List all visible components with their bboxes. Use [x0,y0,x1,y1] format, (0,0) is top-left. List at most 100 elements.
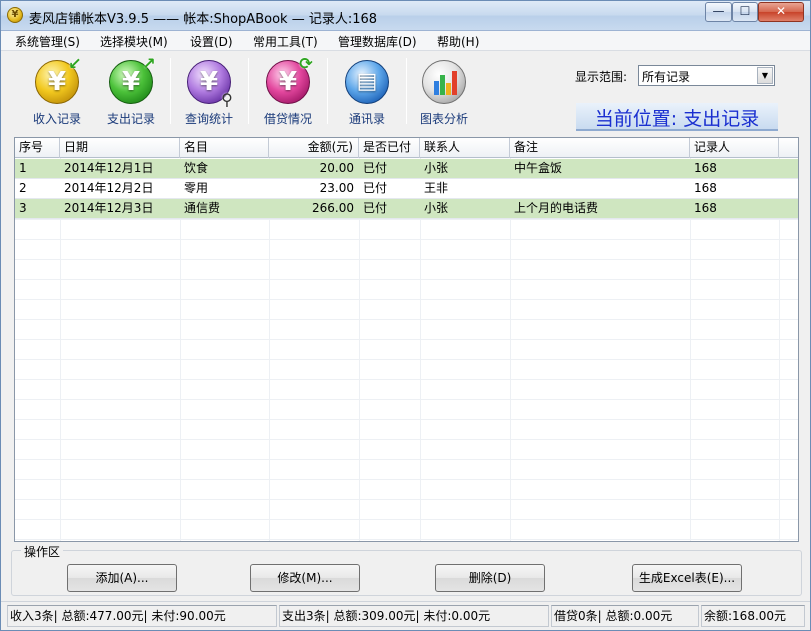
cell-contact: 王非 [424,181,449,195]
query-stats-button[interactable]: ¥ ⚲ 查询统计 [176,52,242,130]
status-bar: 收入3条| 总额:477.00元| 未付:90.00元 支出3条| 总额:309… [1,601,810,630]
cell-contact: 小张 [424,201,449,215]
grid-line [15,319,798,320]
query-stats-label: 查询统计 [184,112,233,126]
menu-settings[interactable]: 设置(D) [190,33,233,50]
cell-contact: 小张 [424,161,449,175]
chart-analysis-button[interactable]: 图表分析 [411,52,477,130]
cell-index: 3 [19,201,27,215]
operation-area: 操作区 添加(A)... 修改(M)... 删除(D) 生成Excel表(E).… [11,543,802,596]
column-header-contact[interactable]: 联系人 [420,138,510,158]
table-header: 序号 日期 名目 金额(元) 是否已付 联系人 备注 记录人 [15,138,798,158]
cell-recorder: 168 [694,161,717,175]
app-logo-icon: ¥ [7,7,23,23]
range-select[interactable]: 所有记录 ▼ [638,65,775,86]
grid-line [15,519,798,520]
grid-line [15,239,798,240]
menu-help[interactable]: 帮助(H) [437,33,479,50]
delete-button[interactable]: 删除(D) [435,564,545,592]
toolbar-separator [248,58,249,124]
close-button[interactable]: ✕ [758,2,804,22]
cell-paid: 已付 [363,181,388,195]
range-select-value: 所有记录 [642,70,691,84]
current-position-banner: 当前位置: 支出记录 [576,103,778,131]
income-icon: ¥ ↙ [35,55,82,104]
expense-records-label: 支出记录 [106,112,155,126]
expense-summary: 支出3条| 总额:309.00元| 未付:0.00元 [279,605,549,627]
cell-category: 通信费 [184,201,221,215]
table-row[interactable]: 1 2014年12月1日 饮食 20.00 已付 小张 中午盒饭 168 [15,159,798,179]
cell-paid: 已付 [363,161,388,175]
grid-line [15,359,798,360]
range-label: 显示范围: [575,70,628,84]
loan-summary: 借贷0条| 总额:0.00元 [551,605,699,627]
grid-line [15,259,798,260]
grid-line [15,479,798,480]
cell-recorder: 168 [694,181,717,195]
column-header-category[interactable]: 名目 [180,138,269,158]
loan-status-label: 借贷情况 [263,112,312,126]
operation-area-label: 操作区 [21,543,64,560]
cell-paid: 已付 [363,201,388,215]
chart-analysis-label: 图表分析 [419,112,468,126]
table-row[interactable]: 3 2014年12月3日 通信费 266.00 已付 小张 上个月的电话费 16… [15,199,798,219]
grid-line [15,419,798,420]
contacts-icon: ▤ [345,60,389,104]
grid-line [15,499,798,500]
cell-date: 2014年12月1日 [64,161,154,175]
menu-bar: 系统管理(S) 选择模块(M) 设置(D) 常用工具(T) 管理数据库(D) 帮… [1,31,810,51]
column-header-note[interactable]: 备注 [510,138,690,158]
menu-module[interactable]: 选择模块(M) [100,33,168,50]
grid-line [15,459,798,460]
grid-line [15,219,798,220]
records-table[interactable]: 序号 日期 名目 金额(元) 是否已付 联系人 备注 记录人 1 2014年12… [14,137,799,542]
cell-note: 中午盒饭 [514,161,563,175]
contacts-button[interactable]: ▤ 通讯录 [334,52,400,130]
title-bar[interactable]: ¥ 麦风店铺帐本V3.9.5 —— 帐本:ShopABook — 记录人:168… [1,1,810,31]
grid-line [15,539,798,540]
table-row[interactable]: 2 2014年12月2日 零用 23.00 已付 王非 168 [15,179,798,199]
toolbar-separator [327,58,328,124]
main-window: ¥ 麦风店铺帐本V3.9.5 —— 帐本:ShopABook — 记录人:168… [0,0,811,631]
grid-line [15,399,798,400]
add-button[interactable]: 添加(A)... [67,564,177,592]
grid-line [15,279,798,280]
cell-category: 饮食 [184,161,209,175]
minimize-button[interactable]: — [705,2,732,22]
cell-recorder: 168 [694,201,717,215]
income-records-button[interactable]: ¥ ↙ 收入记录 [24,52,90,130]
export-excel-button[interactable]: 生成Excel表(E)... [632,564,742,592]
cell-index: 2 [19,181,27,195]
toolbar-separator [406,58,407,124]
income-records-label: 收入记录 [32,112,81,126]
column-header-amount[interactable]: 金额(元) [269,138,359,158]
loan-status-button[interactable]: ¥ ⟳ 借贷情况 [255,52,321,130]
menu-tools[interactable]: 常用工具(T) [253,33,318,50]
column-header-paid[interactable]: 是否已付 [359,138,420,158]
expense-records-button[interactable]: ¥ ↗ 支出记录 [98,52,164,130]
chevron-down-icon[interactable]: ▼ [757,67,773,84]
edit-button[interactable]: 修改(M)... [250,564,360,592]
menu-system[interactable]: 系统管理(S) [15,33,80,50]
grid-line [15,339,798,340]
cell-index: 1 [19,161,27,175]
column-header-recorder[interactable]: 记录人 [690,138,779,158]
grid-line [15,299,798,300]
maximize-button[interactable]: ☐ [732,2,758,22]
menu-database[interactable]: 管理数据库(D) [338,33,417,50]
column-header-index[interactable]: 序号 [15,138,60,158]
cell-date: 2014年12月2日 [64,181,154,195]
balance-summary: 余额:168.00元 [701,605,805,627]
column-header-date[interactable]: 日期 [60,138,180,158]
window-title: 麦风店铺帐本V3.9.5 —— 帐本:ShopABook — 记录人:168 [29,12,378,27]
expense-icon: ¥ ↗ [109,55,156,104]
cell-amount: 20.00 [319,161,354,175]
cell-amount: 266.00 [312,201,354,215]
cell-category: 零用 [184,181,209,195]
query-icon: ¥ ⚲ [187,60,233,109]
loan-icon: ¥ ⟳ [266,55,313,104]
income-summary: 收入3条| 总额:477.00元| 未付:90.00元 [7,605,277,627]
cell-amount: 23.00 [319,181,354,195]
chart-icon [422,60,466,104]
cell-note: 上个月的电话费 [514,201,599,215]
